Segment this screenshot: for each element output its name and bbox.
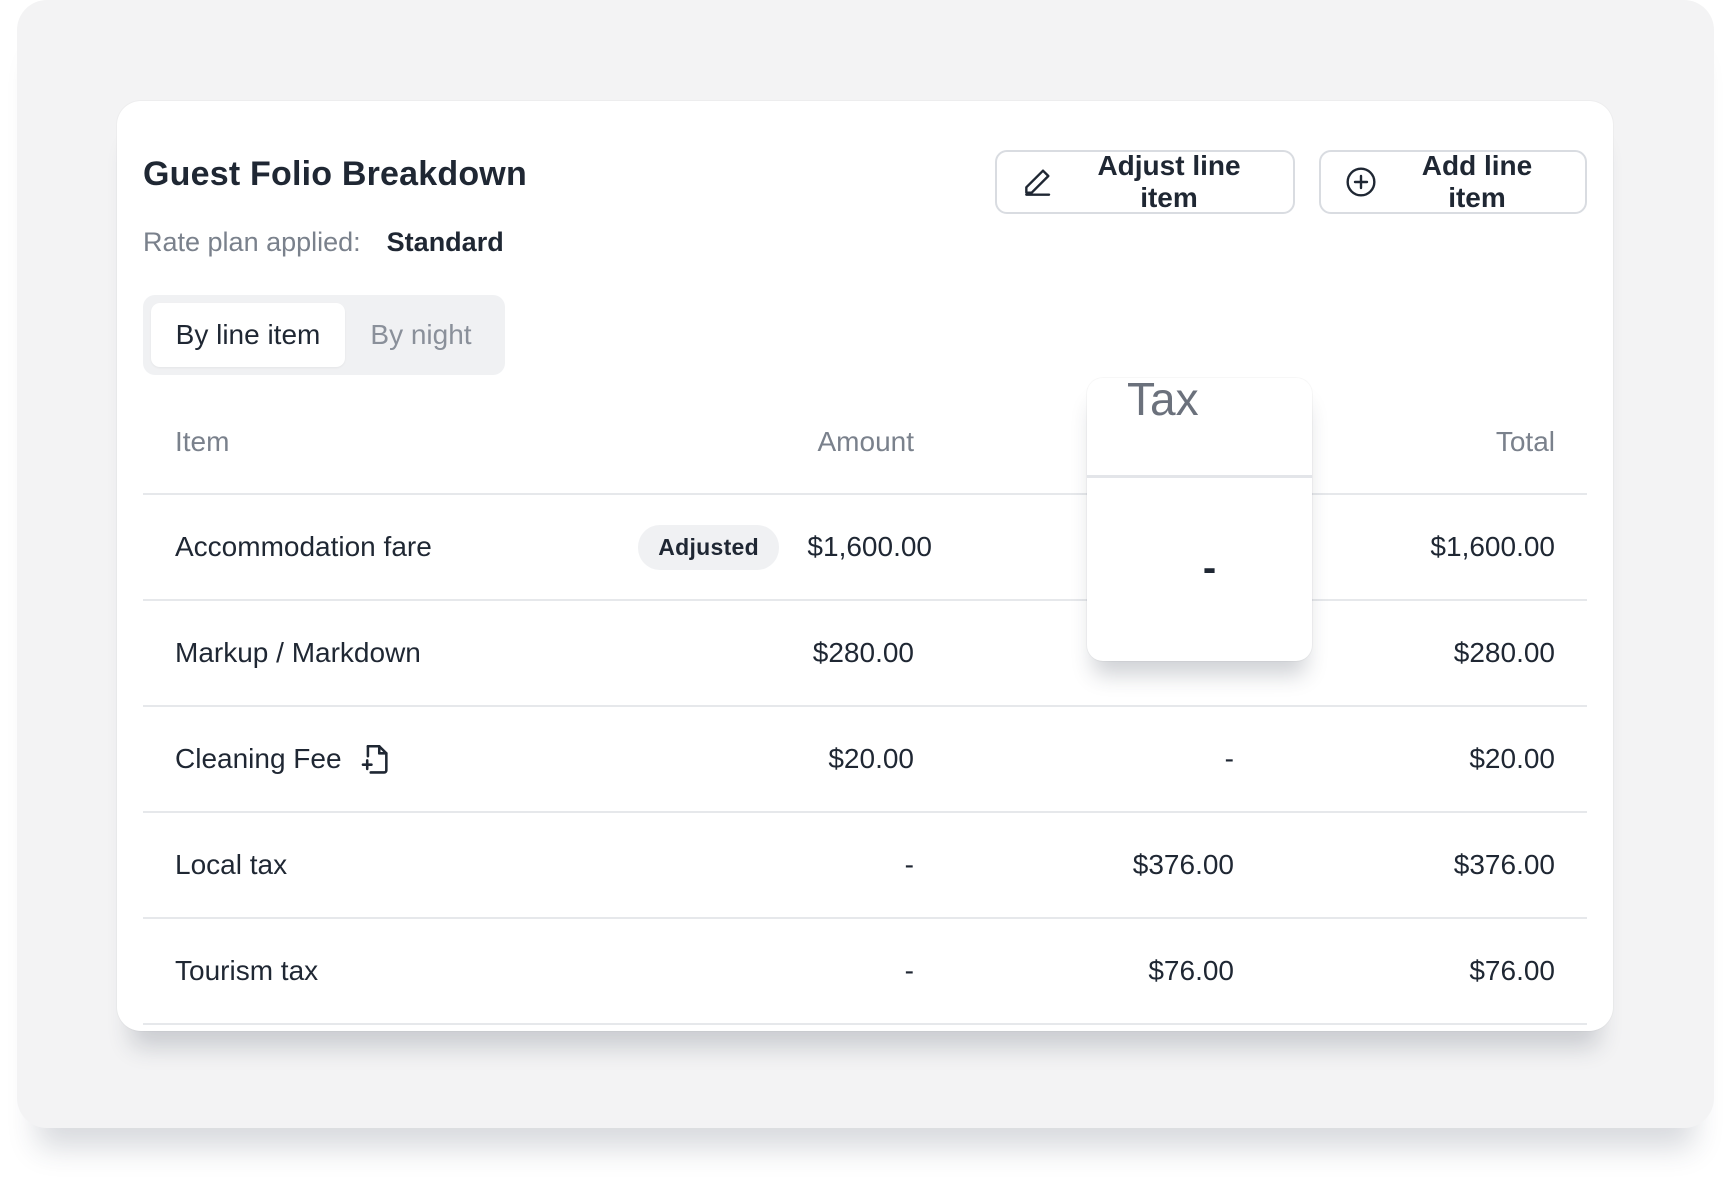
page-title: Guest Folio Breakdown xyxy=(143,155,527,193)
add-line-item-label: Add line item xyxy=(1421,150,1533,213)
column-header-amount: Amount xyxy=(817,426,915,457)
add-line-item-button[interactable]: Add line item xyxy=(1319,150,1587,214)
adjusted-badge-label: Adjusted xyxy=(638,524,779,570)
row-item: Markup / Markdown xyxy=(175,637,421,668)
tax-column-popout: Tax - xyxy=(1087,373,1312,661)
row-total: $376.00 xyxy=(1453,849,1555,880)
tax-heading: Tax xyxy=(1127,373,1199,425)
table-header: Item Amount Total xyxy=(143,391,1587,495)
row-item: Tourism tax xyxy=(175,955,319,986)
row-item: Accommodation fare xyxy=(175,531,432,562)
pencil-icon xyxy=(1025,169,1051,196)
row-item-with-icon: Cleaning Fee xyxy=(175,707,392,811)
row-item: Cleaning Fee xyxy=(175,743,342,774)
row-amount: - xyxy=(904,955,914,986)
tab-by-line-item[interactable]: By line item xyxy=(151,303,345,367)
row-item: Local tax xyxy=(175,849,288,880)
row-tax: - xyxy=(1224,743,1234,774)
row-amount: $20.00 xyxy=(828,743,914,774)
rate-plan-label: Rate plan applied: xyxy=(143,227,361,257)
column-header-total: Total xyxy=(1495,426,1555,457)
row-total: $76.00 xyxy=(1469,955,1555,986)
row-amount: - xyxy=(904,849,914,880)
row-amount: $280.00 xyxy=(812,637,914,668)
row-tax: $376.00 xyxy=(1132,849,1234,880)
table-row[interactable]: Tourism tax - $76.00 $76.00 xyxy=(143,919,1587,1025)
row-tax: $76.00 xyxy=(1148,955,1234,986)
view-toggle: By line item By night xyxy=(143,295,505,375)
row-total: $1,600.00 xyxy=(1430,531,1555,562)
table-row[interactable]: Accommodation fare Adjusted $1,600.00 $1… xyxy=(143,495,1587,601)
row-total: $280.00 xyxy=(1453,637,1555,668)
adjust-line-item-button[interactable]: Adjust line item xyxy=(995,150,1295,214)
row-total: $20.00 xyxy=(1469,743,1555,774)
column-header-tax: Tax xyxy=(1087,373,1312,478)
tab-by-night[interactable]: By night xyxy=(345,303,497,367)
plus-circle-icon xyxy=(1346,167,1376,197)
folio-card: Guest Folio Breakdown Rate plan applied:… xyxy=(117,101,1613,1031)
adjust-line-item-label: Adjust line item xyxy=(1097,150,1241,213)
rate-plan: Rate plan applied: Standard xyxy=(143,227,504,258)
row-amount: $1,600.00 xyxy=(807,531,932,562)
adjusted-badge: Adjusted xyxy=(638,495,779,599)
folio-table: Item Amount Total Accommodation fare Adj… xyxy=(143,391,1587,1025)
table-row[interactable]: Local tax - $376.00 $376.00 xyxy=(143,813,1587,919)
column-header-item: Item xyxy=(175,426,230,457)
table-row[interactable]: Cleaning Fee $20.00 - $20.00 xyxy=(143,707,1587,813)
file-plus-icon[interactable] xyxy=(358,742,392,776)
tax-value: - xyxy=(1202,545,1217,590)
rate-plan-value: Standard xyxy=(386,227,504,257)
table-row[interactable]: Markup / Markdown $280.00 $280.00 xyxy=(143,601,1587,707)
